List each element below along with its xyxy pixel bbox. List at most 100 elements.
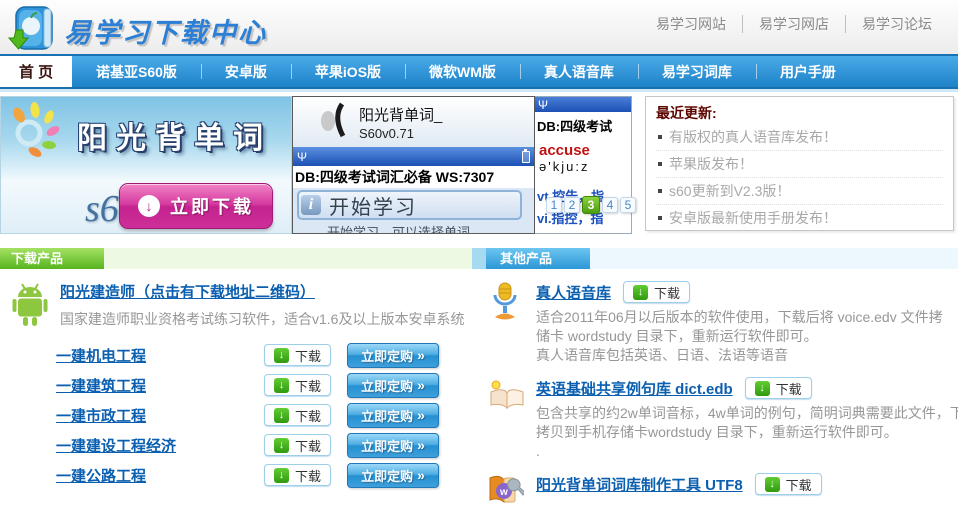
nav-tab-manual[interactable]: 用户手册	[756, 56, 860, 87]
top-link-forum[interactable]: 易学习论坛	[845, 15, 948, 33]
download-button[interactable]: ↓ 下载	[745, 377, 812, 399]
pagination-page-3-active[interactable]: 3	[582, 196, 600, 214]
product-row: 一建市政工程 ↓ 下载 立即定购 »	[56, 400, 472, 430]
nav-tab-s60[interactable]: 诺基亚S60版	[72, 56, 201, 87]
tab-lead-decor	[472, 248, 486, 269]
download-button[interactable]: ↓ 下载	[264, 404, 331, 426]
product-link[interactable]: 一建市政工程	[56, 405, 264, 426]
db-status-line-2: DB:四级考试	[535, 112, 631, 135]
chevron-right-icon: »	[417, 467, 425, 483]
app-menu: i 开始学习 开始学习，可以选择单词	[293, 188, 534, 234]
recent-update-link[interactable]: 安卓版最新使用手册发布！	[656, 205, 943, 232]
download-label: 下载	[295, 346, 321, 365]
product-link[interactable]: 一建机电工程	[56, 345, 264, 366]
recent-update-link[interactable]: 有版权的真人语音库发布！	[656, 124, 943, 151]
download-button[interactable]: ↓ 下载	[264, 464, 331, 486]
other-product-link[interactable]: 真人语音库	[536, 282, 611, 303]
banner-pagination: 1 2 3 4 5	[546, 196, 636, 214]
nav-tab-android[interactable]: 安卓版	[201, 56, 291, 87]
download-label: 下载	[786, 475, 812, 494]
recent-update-link[interactable]: s60更新到V2.3版！	[656, 178, 943, 205]
pagination-page-5[interactable]: 5	[620, 197, 636, 213]
download-label: 下载	[295, 466, 321, 485]
other-product-tool: w 阳光背单词词库制作工具 UTF8 ↓ 下载	[472, 461, 958, 511]
download-label: 下载	[776, 379, 802, 398]
main-product: 阳光建造师（点击有下载地址二维码） 国家建造师职业资格考试练习软件，适合v1.6…	[0, 269, 472, 332]
pagination-page-4[interactable]: 4	[602, 197, 618, 213]
word-entry: accuse	[535, 135, 631, 159]
download-label: 下载	[295, 376, 321, 395]
nav-tab-wm[interactable]: 微软WM版	[405, 56, 520, 87]
download-button[interactable]: ↓ 下载	[264, 344, 331, 366]
order-button[interactable]: 立即定购 »	[347, 403, 439, 428]
bullet-icon	[658, 135, 662, 139]
promo-banner: 阳光背单词 s60版 ↓ 立即下载	[0, 96, 292, 234]
recent-updates-box: 最近更新: 有版权的真人语音库发布！ 苹果版发布！ s60更新到V2.3版！ 安…	[645, 96, 954, 231]
app-version: S60v0.71	[359, 126, 442, 141]
order-button[interactable]: 立即定购 »	[347, 463, 439, 488]
download-products-header: 下载产品	[0, 248, 472, 269]
banner-download-label: 立即下载	[170, 193, 254, 219]
order-label: 立即定购	[361, 376, 413, 395]
bullet-icon	[658, 189, 662, 193]
banner-download-button[interactable]: ↓ 立即下载	[119, 183, 273, 229]
chevron-right-icon: »	[417, 377, 425, 393]
other-product-desc: 拷贝到手机存储卡wordstudy 目录下，重新运行软件即可。	[536, 423, 958, 442]
header: 易学习下载中心 易学习网站 易学习网店 易学习论坛	[0, 0, 958, 54]
phone-statusbar: Ψ	[293, 147, 534, 166]
product-link[interactable]: 一建建筑工程	[56, 375, 264, 396]
order-label: 立即定购	[361, 406, 413, 425]
download-arrow-icon: ↓	[274, 468, 289, 483]
product-link[interactable]: 一建建设工程经济	[56, 435, 264, 456]
top-link-store[interactable]: 易学习网店	[742, 15, 845, 33]
download-label: 下载	[295, 436, 321, 455]
other-products-column: 其他产品 真人语音库	[472, 248, 958, 511]
banner-row: 阳光背单词 s60版 ↓ 立即下载 阳光背单词_ S60v0.71	[0, 92, 958, 238]
bullet-icon	[658, 216, 662, 220]
signal-antenna-icon: Ψ	[297, 151, 307, 163]
order-button[interactable]: 立即定购 »	[347, 433, 439, 458]
nav-tab-voice[interactable]: 真人语音库	[520, 56, 638, 87]
top-link-website[interactable]: 易学习网站	[640, 15, 742, 33]
menu-selected-item: i 开始学习	[297, 190, 522, 220]
chevron-right-icon: »	[417, 407, 425, 423]
order-button[interactable]: 立即定购 »	[347, 373, 439, 398]
other-product-link[interactable]: 英语基础共享例句库 dict.edb	[536, 378, 733, 399]
sun-flower-icon	[4, 101, 66, 164]
product-row: 一建机电工程 ↓ 下载 立即定购 »	[56, 340, 472, 370]
pagination-page-2[interactable]: 2	[564, 197, 580, 213]
download-arrow-icon: ↓	[274, 438, 289, 453]
chevron-right-icon: »	[417, 347, 425, 363]
order-button[interactable]: 立即定购 »	[347, 343, 439, 368]
download-button[interactable]: ↓ 下载	[623, 281, 690, 303]
bullet-icon	[658, 162, 662, 166]
main-nav: 首 页 诺基亚S60版 安卓版 苹果iOS版 微软WM版 真人语音库 易学习词库…	[0, 54, 958, 89]
download-button[interactable]: ↓ 下载	[264, 434, 331, 456]
order-label: 立即定购	[361, 436, 413, 455]
other-product-desc: .	[536, 442, 958, 461]
tab-download-products[interactable]: 下载产品	[0, 248, 104, 269]
recent-update-link[interactable]: 苹果版发布！	[656, 151, 943, 178]
db-status-line: DB:四级考试词汇必备 WS:7307	[293, 166, 534, 188]
app-screenshot-main: 阳光背单词_ S60v0.71 Ψ DB:四级考试词汇必备 WS:7307 i …	[292, 96, 535, 234]
other-product-link[interactable]: 阳光背单词词库制作工具 UTF8	[536, 474, 743, 495]
page: 易学习下载中心 易学习网站 易学习网店 易学习论坛 首 页 诺基亚S60版 安卓…	[0, 0, 958, 479]
app-title: 阳光背单词_	[359, 104, 442, 125]
banner-app-title: 阳光背单词	[77, 113, 272, 157]
nav-tab-ios[interactable]: 苹果iOS版	[291, 56, 405, 87]
product-link[interactable]: 一建公路工程	[56, 465, 264, 486]
download-button[interactable]: ↓ 下载	[264, 374, 331, 396]
open-book-icon	[488, 377, 528, 461]
other-product-desc: 适合2011年06月以后版本的软件使用，下载后将 voice.edv 文件拷	[536, 308, 958, 327]
nav-tab-home[interactable]: 首 页	[0, 56, 72, 87]
app-title-block: 阳光背单词_ S60v0.71	[359, 104, 442, 141]
product-link-builder[interactable]: 阳光建造师（点击有下载地址二维码）	[60, 281, 464, 302]
pagination-page-1[interactable]: 1	[546, 197, 562, 213]
tab-other-products[interactable]: 其他产品	[486, 248, 590, 269]
product-row: 一建公路工程 ↓ 下载 立即定购 »	[56, 460, 472, 490]
download-button[interactable]: ↓ 下载	[755, 473, 822, 495]
nav-tab-dict[interactable]: 易学习词库	[638, 56, 756, 87]
site-logo[interactable]: 易学习下载中心	[8, 4, 267, 56]
download-label: 下载	[295, 406, 321, 425]
top-links: 易学习网站 易学习网店 易学习论坛	[640, 15, 948, 33]
